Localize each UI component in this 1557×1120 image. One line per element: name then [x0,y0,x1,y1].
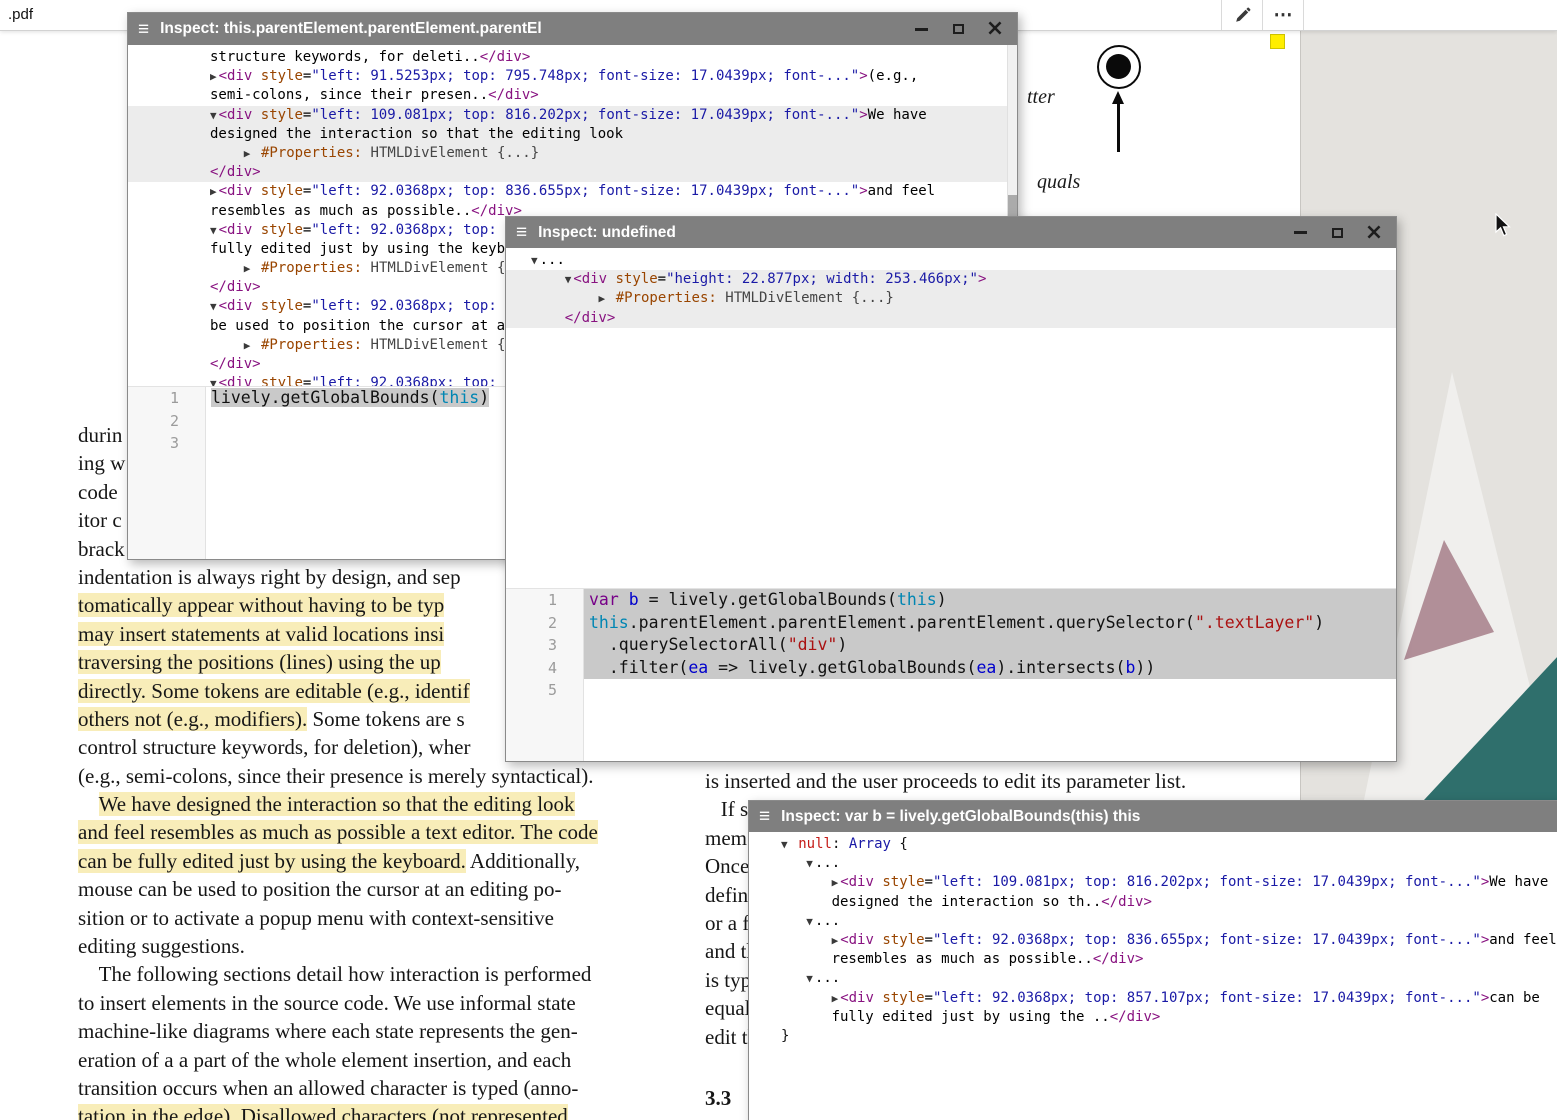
state-start-node-icon [1097,45,1141,89]
screen: durining wcodeitor cbrackindentation is … [0,0,1557,1120]
pdf-text-line: and feel resembles as much as possible a… [78,818,678,846]
dom-tree-row[interactable]: ▶<div style="left: 91.5253px; top: 795.7… [128,67,1017,86]
pencil-icon [1234,7,1251,24]
minimize-button[interactable] [1292,225,1308,241]
maximize-icon [953,24,964,34]
pdf-text-line: eration of a a part of the whole element… [78,1046,678,1074]
dom-tree-row[interactable]: </div> [506,309,1396,328]
dom-tree-row[interactable]: ▶<div style="left: 92.0368px; top: 836.6… [128,182,1017,201]
window-menu-icon[interactable]: ≡ [516,223,527,242]
window-title: Inspect: undefined [538,224,676,242]
dom-tree-row[interactable]: ▼... [506,251,1396,270]
pdf-text-line: can be fully edited just by using the ke… [78,847,678,875]
close-icon: × [986,21,1004,37]
toolbar-buttons: ⋯ [1221,0,1304,30]
line-number: 3 [128,432,205,455]
minimize-button[interactable] [913,21,929,37]
inspector-window-3: ≡ Inspect: var b = lively.getGlobalBound… [748,800,1557,1120]
pdf-text-line: tation in the edge). Disallowed characte… [78,1102,678,1120]
pdf-text-line: editing suggestions. [78,932,678,960]
window-titlebar[interactable]: ≡ Inspect: undefined × [506,217,1396,248]
diagram-arrow-line [1117,103,1120,152]
dom-tree-row[interactable]: ▼... [749,969,1557,988]
window-menu-icon[interactable]: ≡ [138,20,149,39]
window-title: Inspect: this.parentElement.parentElemen… [160,20,542,38]
dom-tree-row[interactable]: ▼ null: Array { [749,835,1557,854]
dom-tree-row[interactable]: ▶ #Properties: HTMLDivElement {...} [506,289,1396,308]
close-button[interactable]: × [987,21,1003,37]
code-line[interactable]: .querySelectorAll("div") [584,634,1396,657]
section-heading: 3.3 [705,1086,731,1111]
mouse-cursor [1494,213,1516,239]
dom-tree-row[interactable]: } [749,1027,1557,1046]
line-number: 3 [506,634,583,657]
dom-tree-row[interactable]: designed the interaction so th..</div> [749,893,1557,912]
pdf-text-line: mouse can be used to position the cursor… [78,875,678,903]
code-line[interactable]: this.parentElement.parentElement.parentE… [584,612,1396,635]
pdf-text-line: transition occurs when an allowed charac… [78,1074,678,1102]
minimize-icon [1294,231,1307,234]
maximize-button[interactable] [1329,225,1345,241]
close-icon: × [1365,225,1383,241]
dom-tree-row[interactable]: resembles as much as possible..</div> [749,950,1557,969]
diagram-label-top: tter [1027,86,1055,109]
code-line[interactable]: var b = lively.getGlobalBounds(this) [584,589,1396,612]
window-title: Inspect: var b = lively.getGlobalBounds(… [781,808,1140,826]
pdf-text-line: (e.g., semi-colons, since their presence… [78,762,678,790]
code-editor[interactable]: 12345 var b = lively.getGlobalBounds(thi… [506,588,1396,761]
toolbar-divider [1303,0,1304,30]
pdf-text-line: sition or to activate a popup menu with … [78,904,678,932]
dom-tree: ▼ null: Array { ▼... ▶<div style="left: … [749,832,1557,1120]
halo-handle[interactable] [1270,34,1285,49]
state-start-node-fill [1106,54,1131,79]
ellipsis-icon: ⋯ [1274,4,1293,27]
diagram-arrow-head-icon [1112,91,1124,104]
dom-tree-row[interactable]: ▶<div style="left: 92.0368px; top: 857.1… [749,989,1557,1008]
dom-tree: ▼... ▼<div style="height: 22.877px; widt… [506,248,1396,589]
pdf-text-line: is inserted and the user proceeds to edi… [705,767,1285,795]
dom-tree-row[interactable]: designed the interaction so that the edi… [128,125,1017,144]
window-controls: × [913,21,1003,37]
line-number: 2 [128,410,205,433]
inspector-window-2: ≡ Inspect: undefined × ▼... ▼<div style=… [505,216,1397,762]
maximize-icon [1332,228,1343,238]
line-number: 2 [506,612,583,635]
dom-tree-row[interactable]: ▼... [749,854,1557,873]
pdf-text-line: machine-like diagrams where each state r… [78,1017,678,1045]
pdf-text-line: to insert elements in the source code. W… [78,989,678,1017]
pdf-text-line: We have designed the interaction so that… [78,790,678,818]
annotate-pencil-button[interactable] [1222,0,1262,30]
dom-tree-row[interactable]: ▶ #Properties: HTMLDivElement {...} [128,144,1017,163]
filename-label: .pdf [8,0,33,30]
dom-tree-row[interactable]: semi-colons, since their presen..</div> [128,86,1017,105]
dom-tree-row[interactable]: ▼<div style="left: 109.081px; top: 816.2… [128,106,1017,125]
maximize-button[interactable] [950,21,966,37]
more-options-button[interactable]: ⋯ [1263,0,1303,30]
window-titlebar[interactable]: ≡ Inspect: var b = lively.getGlobalBound… [749,801,1557,832]
line-number: 4 [506,657,583,680]
dom-tree-row[interactable]: ▼<div style="height: 22.877px; width: 25… [506,270,1396,289]
dom-tree-row[interactable]: </div> [128,163,1017,182]
dom-tree-row[interactable]: fully edited just by using the ..</div> [749,1008,1557,1027]
dom-tree-row[interactable]: ▶<div style="left: 109.081px; top: 816.2… [749,873,1557,892]
line-number-gutter: 123 [128,387,206,559]
code-line[interactable]: .filter(ea => lively.getGlobalBounds(ea)… [584,657,1396,680]
line-number: 5 [506,679,583,702]
line-number-gutter: 12345 [506,589,584,761]
window-menu-icon[interactable]: ≡ [759,807,770,826]
close-button[interactable]: × [1366,225,1382,241]
code-area[interactable]: var b = lively.getGlobalBounds(this)this… [584,589,1396,761]
window-controls: × [1292,225,1382,241]
pdf-text-line: The following sections detail how intera… [78,960,678,988]
diagram-label-bottom: quals [1037,171,1080,194]
code-line[interactable] [584,679,1396,702]
dom-tree-row[interactable]: ▶<div style="left: 92.0368px; top: 836.6… [749,931,1557,950]
line-number: 1 [506,589,583,612]
line-number: 1 [128,387,205,410]
window-titlebar[interactable]: ≡ Inspect: this.parentElement.parentElem… [128,13,1017,45]
dom-tree-row[interactable]: ▼... [749,912,1557,931]
minimize-icon [915,28,928,31]
dom-tree-row[interactable]: structure keywords, for deleti..</div> [128,48,1017,67]
